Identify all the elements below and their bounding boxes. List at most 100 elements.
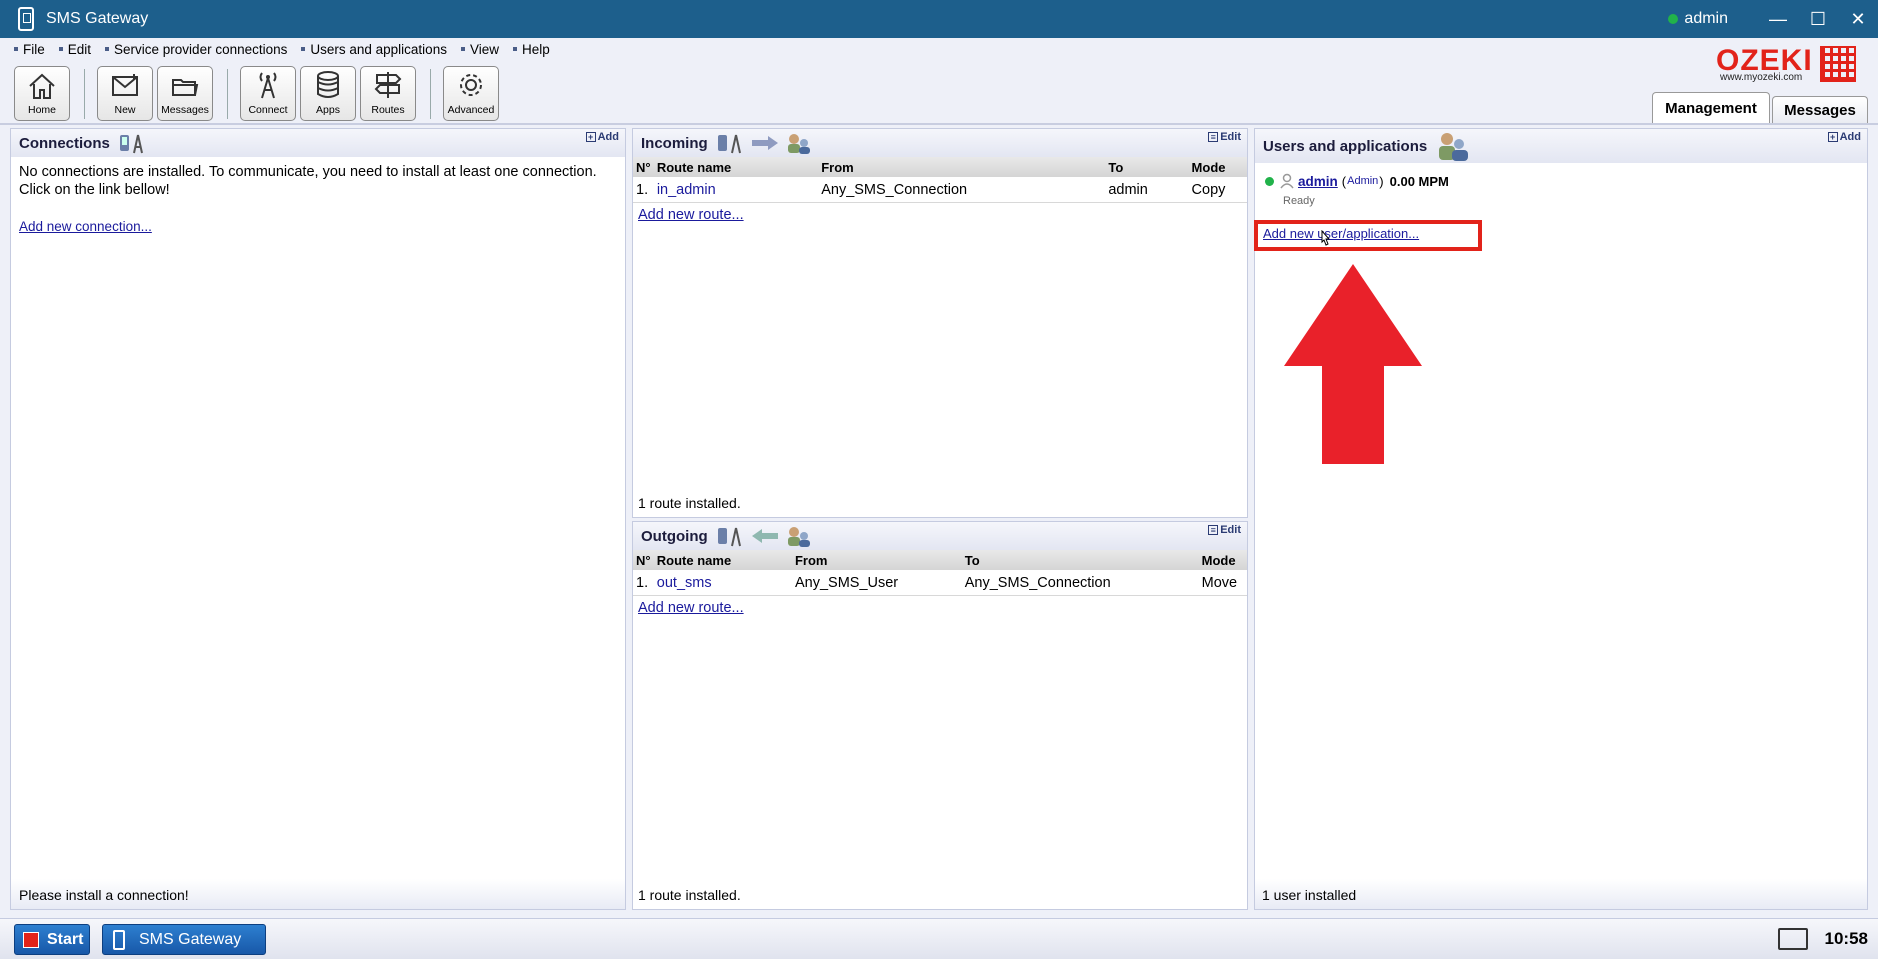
- apps-button-label: Apps: [316, 104, 340, 116]
- outgoing-footer: 1 route installed.: [638, 887, 741, 903]
- menu-file[interactable]: File: [14, 42, 45, 57]
- tab-messages[interactable]: Messages: [1772, 96, 1868, 124]
- add-new-incoming-route-link[interactable]: Add new route...: [638, 207, 744, 223]
- plus-icon: +: [1827, 132, 1838, 142]
- route-from: Any_SMS_Connection: [821, 181, 968, 198]
- table-row[interactable]: 1. out_sms Any_SMS_User Any_SMS_Connecti…: [633, 570, 1247, 596]
- desktop-icon[interactable]: [1778, 928, 1808, 950]
- user-status: Ready: [1283, 195, 1315, 207]
- start-label: Start: [47, 930, 84, 948]
- connect-button-label: Connect: [248, 104, 288, 116]
- col-num: N°: [636, 159, 651, 175]
- outgoing-flow-icon: [717, 527, 810, 547]
- messages-button[interactable]: Messages: [157, 66, 213, 121]
- outgoing-routes-table: N° Route name From To Mode 1. out_sms An…: [633, 550, 1247, 596]
- route-mode: Copy: [1191, 181, 1226, 198]
- col-from: From: [794, 552, 828, 568]
- taskbar-sms-gateway[interactable]: SMS Gateway: [102, 924, 266, 955]
- connect-button[interactable]: Connect: [240, 66, 296, 121]
- menu-edit[interactable]: Edit: [59, 42, 91, 57]
- incoming-edit-label: Edit: [1220, 131, 1241, 143]
- folder-icon: [172, 79, 199, 96]
- col-mode: Mode: [1201, 552, 1236, 568]
- new-button[interactable]: New: [97, 66, 153, 121]
- outgoing-edit-button[interactable]: ≡ Edit: [1208, 524, 1241, 536]
- col-to: To: [964, 552, 980, 568]
- route-to: admin: [1108, 181, 1148, 198]
- title-bar: SMS Gateway admin — ☐ ✕: [0, 0, 1878, 38]
- tab-divider: [0, 123, 1878, 125]
- advanced-button[interactable]: Advanced: [443, 66, 499, 121]
- ozeki-logo: OZEKI www.myozeki.com: [1716, 44, 1856, 86]
- users-header: Users and applications: [1255, 129, 1867, 163]
- edit-icon: ≡: [1208, 132, 1219, 142]
- incoming-footer: 1 route installed.: [638, 495, 741, 511]
- edit-icon: ≡: [1208, 525, 1219, 535]
- menu-users-and-applications[interactable]: Users and applications: [301, 42, 447, 57]
- menu-view[interactable]: View: [461, 42, 499, 57]
- users-icon: [1439, 133, 1469, 161]
- start-button[interactable]: Start: [14, 924, 90, 955]
- plus-icon: +: [585, 132, 596, 142]
- col-route-name: Route name: [656, 159, 732, 175]
- table-header: N° Route name From To Mode: [633, 550, 1247, 570]
- toolbar-separator: [430, 69, 431, 119]
- incoming-panel: Incoming ≡ Edit N° Route name From To Mo…: [632, 128, 1248, 518]
- user-role-close: ): [1379, 173, 1384, 189]
- clock: 10:58: [1824, 929, 1868, 948]
- add-new-outgoing-route-link[interactable]: Add new route...: [638, 600, 744, 616]
- phone-icon: [113, 929, 125, 950]
- antenna-icon: [259, 72, 277, 99]
- incoming-header: Incoming: [633, 129, 1247, 157]
- outgoing-header: Outgoing: [633, 522, 1247, 550]
- add-new-connection-link[interactable]: Add new connection...: [19, 219, 152, 234]
- routes-button[interactable]: Routes: [360, 66, 416, 121]
- minimize-button[interactable]: —: [1758, 0, 1798, 38]
- online-status-icon: [1668, 14, 1679, 24]
- route-num: 1.: [636, 574, 649, 591]
- user-role: Admin: [1347, 175, 1379, 187]
- connections-header: Connections: [11, 129, 625, 157]
- messages-button-label: Messages: [161, 104, 209, 116]
- menu-service-provider-connections[interactable]: Service provider connections: [105, 42, 287, 57]
- users-footer: 1 user installed: [1262, 887, 1357, 903]
- menu-help[interactable]: Help: [513, 42, 550, 57]
- no-connections-message: No connections are installed. To communi…: [19, 164, 597, 198]
- start-logo-icon: [23, 931, 39, 948]
- route-name[interactable]: in_admin: [653, 182, 817, 198]
- current-user[interactable]: admin: [1684, 10, 1728, 28]
- tab-management[interactable]: Management: [1652, 92, 1770, 124]
- table-row[interactable]: 1. in_admin Any_SMS_Connection admin Cop…: [633, 177, 1247, 203]
- incoming-title: Incoming: [641, 134, 708, 152]
- home-button-label: Home: [27, 104, 56, 116]
- outgoing-edit-label: Edit: [1220, 524, 1241, 536]
- connections-add-button[interactable]: + Add: [585, 131, 619, 143]
- connections-title: Connections: [19, 134, 110, 152]
- apps-button[interactable]: Apps: [300, 66, 356, 121]
- user-online-icon: [1265, 176, 1274, 186]
- connections-footer: Please install a connection!: [19, 887, 189, 903]
- maximize-button[interactable]: ☐: [1798, 0, 1838, 38]
- advanced-button-label: Advanced: [447, 104, 495, 116]
- users-title: Users and applications: [1263, 137, 1428, 155]
- users-add-button[interactable]: + Add: [1827, 131, 1861, 143]
- window-title: SMS Gateway: [46, 10, 149, 27]
- col-mode: Mode: [1191, 159, 1226, 175]
- col-route-name: Route name: [656, 552, 732, 568]
- incoming-flow-icon: [717, 134, 810, 154]
- col-to: To: [1108, 159, 1124, 175]
- database-icon: [317, 71, 339, 98]
- close-button[interactable]: ✕: [1838, 0, 1878, 38]
- toolbar-separator: [227, 69, 228, 119]
- taskbar-app-label: SMS Gateway: [139, 930, 242, 948]
- user-admin-link[interactable]: admin: [1298, 174, 1338, 189]
- connection-antenna-icon: [119, 134, 143, 154]
- user-rate: 0.00 MPM: [1389, 173, 1449, 189]
- home-button[interactable]: Home: [14, 66, 70, 121]
- home-icon: [29, 73, 55, 99]
- new-message-icon: [112, 74, 138, 96]
- route-to: Any_SMS_Connection: [964, 574, 1111, 591]
- route-name[interactable]: out_sms: [653, 575, 791, 591]
- toolbar: Home New Messages Connect Apps Routes Ad…: [14, 66, 503, 122]
- incoming-edit-button[interactable]: ≡ Edit: [1208, 131, 1241, 143]
